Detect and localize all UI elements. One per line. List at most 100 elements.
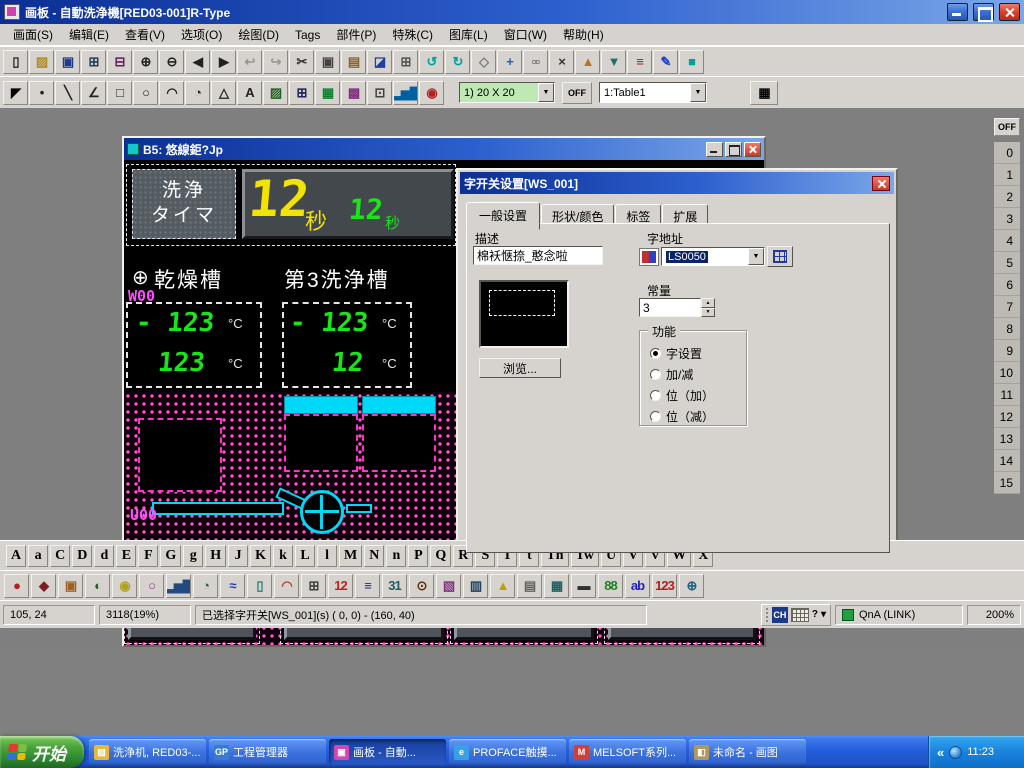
function-radio[interactable]: 加/减 — [640, 364, 746, 385]
text-input-icon[interactable]: ab — [625, 574, 650, 598]
language-indicator[interactable]: CH — [772, 607, 788, 623]
task-button[interactable]: ▨ 洗浄机, RED03-... — [89, 739, 206, 765]
menu-item[interactable]: 编辑(E) — [62, 24, 116, 45]
menu-item[interactable]: 窗口(W) — [497, 24, 554, 45]
task-button[interactable]: ◧ 未命名 - 画图 — [689, 739, 806, 765]
constant-input[interactable] — [639, 298, 701, 317]
screen-window-titlebar[interactable]: B5: 悠線鉅?Jp — [124, 138, 764, 160]
task-button[interactable]: M MELSOFT系列... — [569, 739, 686, 765]
state-number[interactable]: 6 — [994, 274, 1020, 296]
close-button[interactable] — [999, 3, 1020, 21]
state-number[interactable]: 4 — [994, 230, 1020, 252]
open-screen-icon[interactable]: ▨ — [29, 50, 54, 74]
menu-item[interactable]: 图库(L) — [442, 24, 495, 45]
state-number[interactable]: 3 — [994, 208, 1020, 230]
menu-item[interactable]: 查看(V) — [118, 24, 172, 45]
state-number[interactable]: 15 — [994, 472, 1020, 494]
screen-minimize-button[interactable] — [706, 142, 723, 157]
attribute-brush-icon[interactable]: ✎ — [653, 50, 678, 74]
alarm-part-icon[interactable]: ▲ — [490, 574, 515, 598]
bring-front-icon[interactable]: ▲ — [575, 50, 600, 74]
grip-icon[interactable] — [766, 608, 769, 622]
move-icon[interactable]: + — [497, 50, 522, 74]
trend-graph-icon[interactable]: ≈ — [220, 574, 245, 598]
pie-tool-icon[interactable]: ◔ — [185, 81, 210, 105]
state-number[interactable]: 14 — [994, 450, 1020, 472]
chevron-down-icon[interactable] — [538, 83, 554, 102]
text-style-button[interactable]: H — [205, 545, 226, 567]
tray-status-icon[interactable] — [949, 746, 962, 759]
menu-item[interactable]: 部件(P) — [329, 24, 383, 45]
polyline-tool-icon[interactable]: ∠ — [81, 81, 106, 105]
circle-lamp-icon[interactable]: ○ — [139, 574, 164, 598]
next-screen-icon[interactable]: ▶ — [211, 50, 236, 74]
state-number[interactable]: 5 — [994, 252, 1020, 274]
text-style-button[interactable]: a — [28, 545, 48, 567]
target-part-icon[interactable]: ⊕ — [679, 574, 704, 598]
dialog-tab[interactable]: 一般设置 — [466, 202, 540, 230]
copy-icon[interactable]: ▣ — [315, 50, 340, 74]
zoom-in-icon[interactable]: ⊕ — [133, 50, 158, 74]
state-number[interactable]: 1 — [994, 164, 1020, 186]
state-number[interactable]: 9 — [994, 340, 1020, 362]
fill-tool-icon[interactable]: ▨ — [263, 81, 288, 105]
mirror-icon[interactable]: ◇ — [471, 50, 496, 74]
new-screen-icon[interactable]: ▯ — [3, 50, 28, 74]
text-style-button[interactable]: M — [339, 545, 362, 567]
text-style-button[interactable]: D — [72, 545, 92, 567]
text-style-button[interactable]: E — [116, 545, 136, 567]
clock-display-icon[interactable]: ⊙ — [409, 574, 434, 598]
keyboard-part-icon[interactable]: ▬ — [571, 574, 596, 598]
group-icon[interactable]: ▫▫ — [523, 50, 548, 74]
maximize-button[interactable] — [973, 3, 994, 21]
language-options-chevron[interactable]: ▾ — [821, 609, 826, 620]
text-style-button[interactable]: P — [408, 545, 428, 567]
screen-maximize-button[interactable] — [725, 142, 742, 157]
chevron-down-icon[interactable] — [748, 248, 764, 265]
preview-icon[interactable]: ■ — [679, 50, 704, 74]
task-button[interactable]: GP 工程管理器 — [209, 739, 326, 765]
text-style-button[interactable]: N — [364, 545, 384, 567]
timer-display-panel[interactable]: 12 秒 12 秒 — [242, 169, 454, 239]
rect-tool-icon[interactable]: □ — [107, 81, 132, 105]
menu-item[interactable]: 选项(O) — [174, 24, 229, 45]
menu-item[interactable]: 特殊(C) — [385, 24, 440, 45]
numeric-input-icon[interactable]: 88 — [598, 574, 623, 598]
select-tool-icon[interactable]: ◤ — [3, 81, 28, 105]
task-button[interactable]: e PROFACE触摸... — [449, 739, 566, 765]
pie-graph-icon[interactable]: ◔ — [193, 574, 218, 598]
zoom-out-icon[interactable]: ⊖ — [159, 50, 184, 74]
text-tool-icon[interactable]: A — [237, 81, 262, 105]
align-icon[interactable]: ≡ — [627, 50, 652, 74]
state-number[interactable]: 11 — [994, 384, 1020, 406]
table-edit-icon[interactable]: ▦ — [750, 81, 778, 105]
text-style-button[interactable]: g — [183, 545, 203, 567]
save-icon[interactable]: ▣ — [55, 50, 80, 74]
file-part-icon[interactable]: ▤ — [517, 574, 542, 598]
state-off-label[interactable]: OFF — [994, 118, 1020, 136]
prev-screen-icon[interactable]: ◀ — [185, 50, 210, 74]
menu-item[interactable]: 画面(S) — [6, 24, 60, 45]
word-address-select[interactable]: LS0050 — [661, 247, 765, 266]
text-style-button[interactable]: K — [250, 545, 271, 567]
polygon-tool-icon[interactable]: △ — [211, 81, 236, 105]
counter-icon[interactable]: 123 — [652, 574, 677, 598]
browse-button[interactable]: 浏览... — [479, 358, 561, 378]
redo-icon[interactable]: ↪ — [263, 50, 288, 74]
selector-switch-icon[interactable]: ◐ — [85, 574, 110, 598]
task-button[interactable]: ▣ 画板 - 自動... — [329, 739, 446, 765]
mark-tool-icon[interactable]: ▩ — [341, 81, 366, 105]
address-keypad-button[interactable] — [767, 246, 793, 267]
keypad-tool-icon[interactable]: ⊡ — [367, 81, 392, 105]
language-help-button[interactable]: ? — [812, 609, 818, 620]
text-style-button[interactable]: A — [6, 545, 26, 567]
ellipse-tool-icon[interactable]: ○ — [133, 81, 158, 105]
message-display-icon[interactable]: ≡ — [355, 574, 380, 598]
menu-item[interactable]: 绘图(D) — [231, 24, 286, 45]
rotate-ccw-icon[interactable]: ↺ — [419, 50, 444, 74]
state-number[interactable]: 10 — [994, 362, 1020, 384]
text-style-button[interactable]: L — [295, 545, 315, 567]
wash-timer-label[interactable]: 洗浄 タイマ — [132, 169, 236, 239]
duplicate-icon[interactable]: ◪ — [367, 50, 392, 74]
text-style-button[interactable]: l — [317, 545, 337, 567]
